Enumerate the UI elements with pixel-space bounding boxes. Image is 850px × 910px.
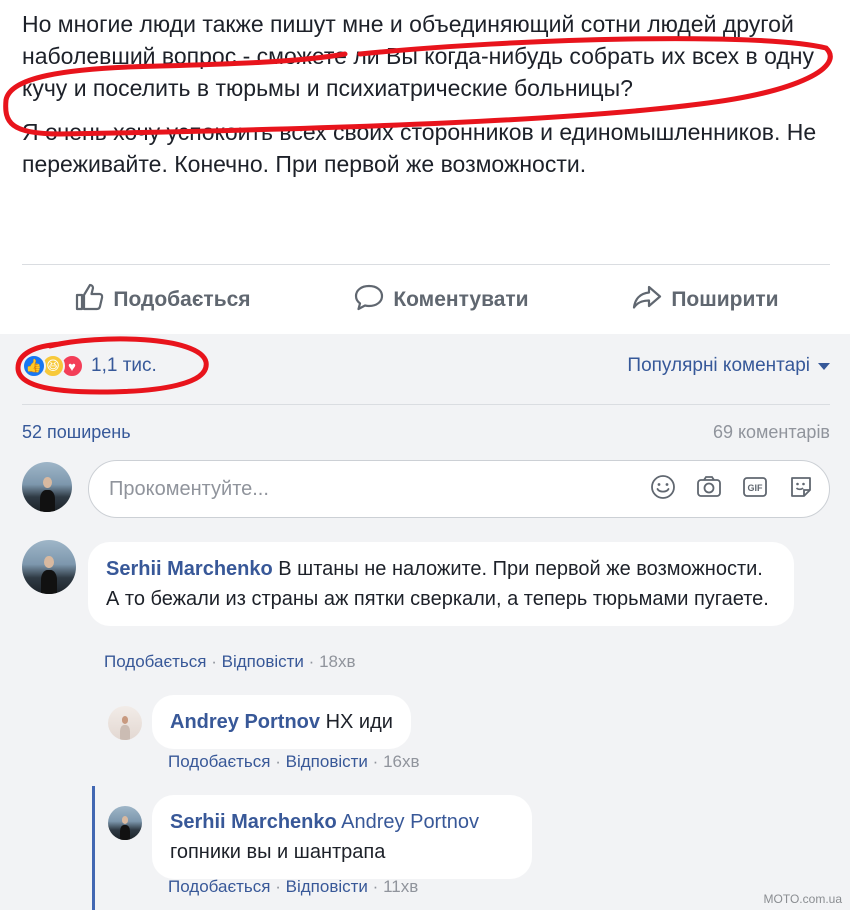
comment-author[interactable]: Serhii Marchenko [170, 811, 337, 833]
comment-like-link[interactable]: Подобається [168, 752, 271, 771]
reply-thread-line [92, 786, 95, 910]
post-action-bar: Подобається Коментувати Поширити [22, 264, 830, 334]
comment-button-label: Коментувати [393, 287, 529, 311]
comment-sort-label: Популярні коментарі [627, 355, 810, 376]
post-paragraph-1: Но многие люди также пишут мне и объедин… [22, 11, 814, 101]
avatar[interactable] [22, 540, 76, 594]
comment-like-link[interactable]: Подобається [168, 877, 271, 896]
engagement-stats: 52 поширень 69 коментарів [22, 422, 830, 443]
comment-time[interactable]: 18хв [319, 652, 355, 671]
comment-bubble: Andrey Portnov НХ иди [152, 695, 411, 749]
post-text: Но многие люди также пишут мне и объедин… [22, 8, 832, 192]
like-reaction-icon: 👍 [22, 354, 46, 378]
comment-meta: Подобається · Відповісти · 18хв [104, 652, 356, 671]
share-button-label: Поширити [671, 287, 779, 311]
comment-mention[interactable]: Andrey Portnov [341, 811, 479, 833]
sticker-icon[interactable] [787, 473, 815, 506]
comments-section: 👍 😆 ♥ 1,1 тис. Популярні коментарі 52 по… [0, 334, 850, 910]
comment-reply-link[interactable]: Відповісти [286, 877, 368, 896]
comment-button[interactable]: Коментувати [353, 281, 529, 319]
comment-reply-link[interactable]: Відповісти [222, 652, 304, 671]
reaction-count[interactable]: 1,1 тис. [91, 355, 157, 377]
speech-bubble-icon [353, 281, 385, 319]
comment-time[interactable]: 16хв [383, 752, 419, 771]
gif-icon[interactable]: GIF [741, 473, 769, 506]
reactions-row: 👍 😆 ♥ 1,1 тис. Популярні коментарі [22, 354, 830, 378]
watermark: MOTO.com.ua [763, 892, 842, 906]
like-button[interactable]: Подобається [73, 281, 251, 319]
divider [22, 404, 830, 405]
like-button-label: Подобається [113, 287, 251, 311]
avatar[interactable] [22, 462, 72, 512]
share-button[interactable]: Поширити [631, 281, 779, 319]
comment-input[interactable] [109, 477, 649, 501]
camera-icon[interactable] [695, 473, 723, 506]
comment-count[interactable]: 69 коментарів [713, 422, 830, 443]
comment-composer[interactable]: GIF [88, 460, 830, 518]
share-count[interactable]: 52 поширень [22, 422, 131, 443]
comment-reply-link[interactable]: Відповісти [286, 752, 368, 771]
svg-text:GIF: GIF [748, 483, 764, 493]
comment-bubble: Serhii Marchenko В штаны не наложите. Пр… [88, 542, 794, 626]
composer-tools: GIF [649, 473, 815, 506]
comment-like-link[interactable]: Подобається [104, 652, 207, 671]
post-paragraph-2: Я очень хочу успокоить всех своих сторон… [22, 119, 817, 177]
chevron-down-icon [818, 362, 830, 370]
comment-author[interactable]: Serhii Marchenko [106, 558, 273, 580]
avatar[interactable] [108, 806, 142, 840]
comment-meta: Подобається · Відповісти · 11хв [168, 877, 419, 896]
comment-sort-dropdown[interactable]: Популярні коментарі [627, 355, 830, 377]
share-arrow-icon [631, 281, 663, 319]
reaction-summary[interactable]: 👍 😆 ♥ 1,1 тис. [22, 354, 157, 378]
comment-text: гопники вы и шантрапа [170, 841, 386, 863]
thumbs-up-icon [73, 281, 105, 319]
comment-bubble: Serhii Marchenko Andrey Portnov гопники … [152, 795, 532, 879]
comment-time[interactable]: 11хв [383, 877, 418, 896]
comment-text: НХ иди [325, 711, 393, 733]
comment-meta: Подобається · Відповісти · 16хв [168, 752, 420, 771]
emoji-icon[interactable] [649, 473, 677, 506]
comment-author[interactable]: Andrey Portnov [170, 711, 320, 733]
avatar[interactable] [108, 706, 142, 740]
